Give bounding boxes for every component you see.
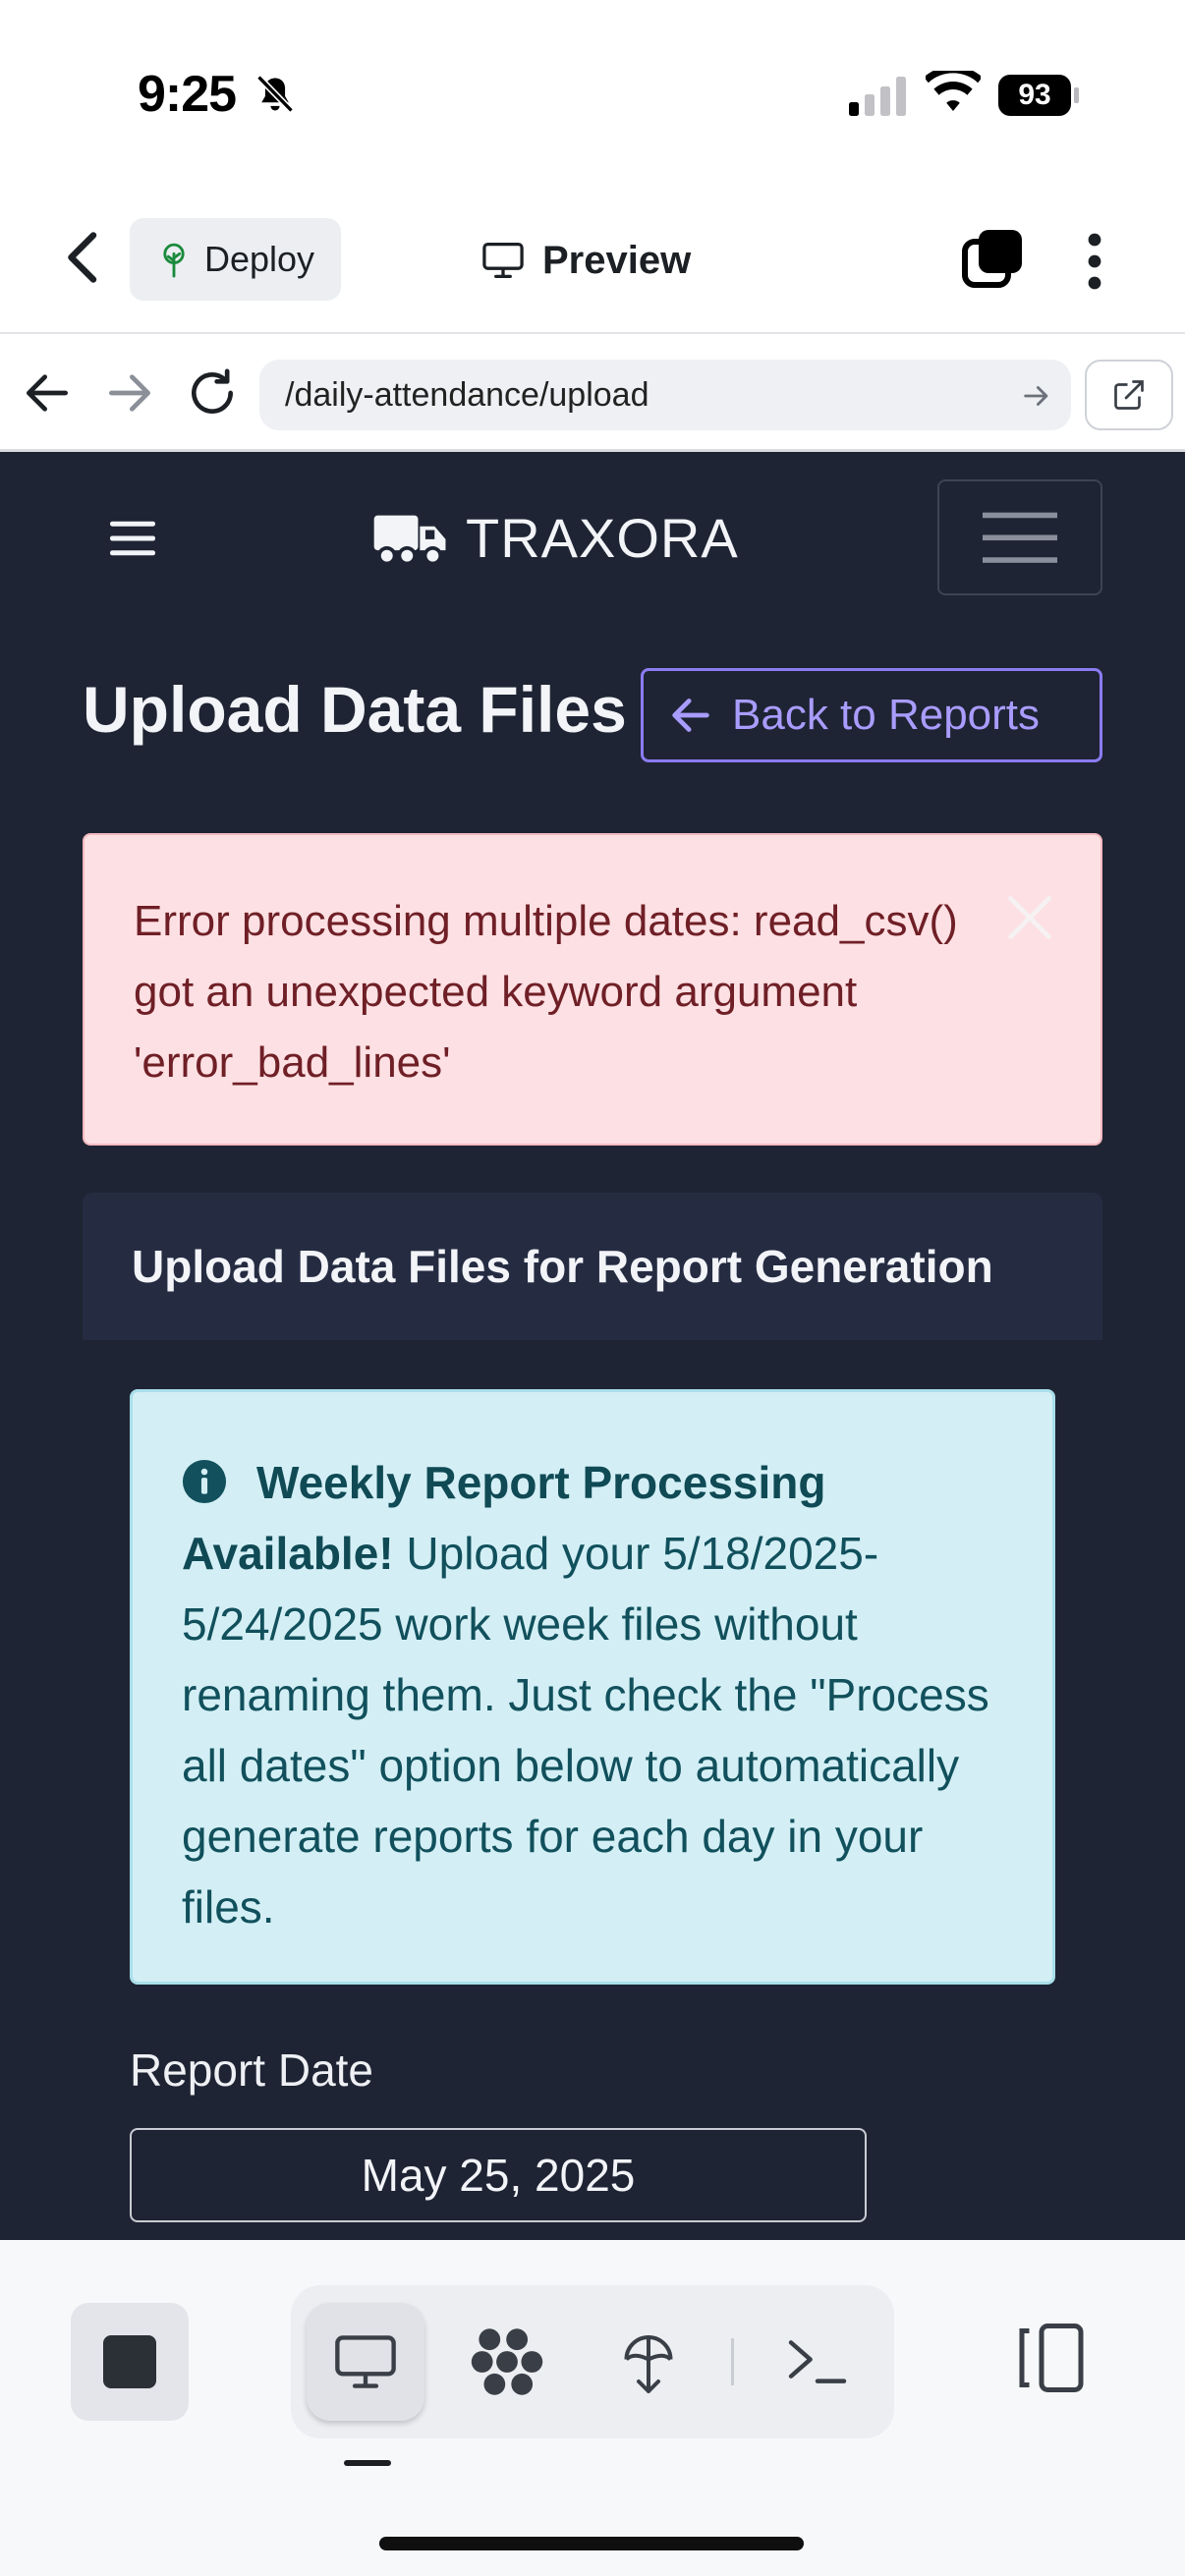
agent-tool-button[interactable] [448, 2303, 566, 2421]
navbar-toggler[interactable] [937, 479, 1102, 595]
preview-tab-title: Preview [481, 226, 691, 295]
agent-blob-icon [471, 2328, 543, 2395]
tool-divider [731, 2338, 734, 2385]
brand-logo[interactable]: TRAXORA [373, 501, 739, 574]
report-date-label: Report Date [130, 2044, 374, 2096]
reload-icon[interactable] [185, 365, 240, 420]
deploy-label: Deploy [204, 239, 315, 279]
info-circle-icon [182, 1459, 227, 1504]
stop-icon [103, 2335, 156, 2388]
truck-icon [373, 515, 446, 565]
workspace-bottom-bar [0, 2240, 1185, 2576]
browser-nav-bar: /daily-attendance/upload [0, 336, 1185, 452]
tool-switcher [291, 2285, 894, 2438]
bell-muted-icon [256, 75, 294, 113]
card-title: Upload Data Files for Report Generation [132, 1241, 993, 1292]
brand-name: TRAXORA [466, 506, 739, 569]
preview-tool-button[interactable] [307, 2303, 424, 2421]
preview-label: Preview [542, 238, 692, 282]
info-alert: Weekly Report Processing Available! Uplo… [130, 1389, 1055, 1985]
deploy-button[interactable]: Deploy [130, 218, 341, 301]
upload-card-header: Upload Data Files for Report Generation [83, 1193, 1102, 1340]
app-viewport: TRAXORA Upload Data Files Back to Report… [0, 452, 1185, 2240]
workspace-top-bar: Deploy Preview [0, 187, 1185, 334]
deployments-tool-button[interactable] [590, 2303, 707, 2421]
menu-toggle-icon [983, 512, 1057, 563]
hamburger-menu-icon[interactable] [110, 519, 155, 558]
deploy-tree-icon [163, 243, 185, 278]
tabs-switcher-icon[interactable] [961, 228, 1024, 291]
monitor-icon [335, 2335, 396, 2388]
app-navbar: TRAXORA [0, 452, 1185, 619]
arrow-left-icon[interactable] [20, 365, 75, 420]
open-external-button[interactable] [1085, 360, 1173, 430]
back-to-reports-button[interactable]: Back to Reports [641, 668, 1102, 762]
battery-level: 93 [1018, 79, 1051, 111]
url-text: /daily-attendance/upload [285, 375, 649, 414]
terminal-icon [788, 2340, 847, 2383]
arrow-left-icon [672, 699, 709, 732]
monitor-icon [482, 243, 524, 278]
active-tab-indicator [344, 2460, 391, 2466]
status-time: 9:25 [138, 66, 237, 123]
error-alert: Error processing multiple dates: read_cs… [83, 833, 1102, 1146]
home-indicator[interactable] [379, 2537, 804, 2550]
side-panel-icon[interactable] [1012, 2319, 1091, 2397]
battery-indicator: 93 [998, 75, 1081, 116]
go-arrow-icon[interactable] [1020, 379, 1053, 413]
report-date-value: May 25, 2025 [361, 2150, 636, 2201]
report-date-input[interactable]: May 25, 2025 [130, 2128, 867, 2222]
error-message: Error processing multiple dates: read_cs… [134, 897, 958, 1087]
deploy-tree-icon [624, 2335, 673, 2393]
close-icon[interactable] [1004, 892, 1055, 943]
wifi-icon [926, 71, 981, 111]
back-to-reports-label: Back to Reports [732, 691, 1041, 739]
info-text: Upload your 5/18/2025-5/24/2025 work wee… [182, 1528, 989, 1932]
shell-tool-button[interactable] [759, 2303, 876, 2421]
signal-icon [849, 77, 906, 116]
chevron-left-icon[interactable] [59, 228, 108, 287]
external-link-icon [1114, 380, 1144, 410]
more-vertical-icon[interactable] [1079, 230, 1110, 293]
status-bar: 9:25 93 [0, 0, 1185, 187]
arrow-right-icon[interactable] [102, 365, 157, 420]
page-title: Upload Data Files [83, 673, 627, 746]
url-field[interactable]: /daily-attendance/upload [259, 360, 1071, 430]
stop-button[interactable] [71, 2303, 189, 2421]
